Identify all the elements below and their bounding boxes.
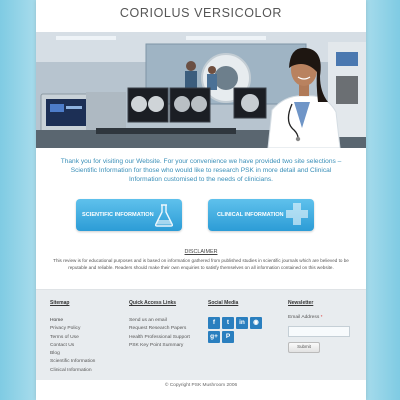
sitemap-column: Sitemap Home Privacy Policy Terms of Use… bbox=[50, 300, 95, 375]
social-icons-row-2: g+ P bbox=[208, 331, 262, 343]
newsletter-email-input[interactable] bbox=[288, 326, 350, 337]
rss-icon[interactable]: ◉ bbox=[250, 317, 262, 329]
clinical-information-button[interactable]: CLINICAL INFORMATION bbox=[208, 199, 314, 231]
hero-illustration bbox=[36, 32, 366, 148]
pinterest-icon[interactable]: P bbox=[222, 331, 234, 343]
sitemap-link-blog[interactable]: Blog bbox=[50, 350, 95, 358]
disclaimer-heading: DISCLAIMER bbox=[184, 249, 218, 255]
social-media-column: Social Media f t in ◉ g+ P bbox=[208, 300, 262, 345]
sitemap-link-contact-us[interactable]: Contact Us bbox=[50, 342, 95, 350]
flask-icon bbox=[154, 203, 174, 229]
linkedin-icon[interactable]: in bbox=[236, 317, 248, 329]
medical-cross-icon bbox=[285, 202, 309, 228]
quick-links-heading: Quick Access Links bbox=[129, 300, 177, 306]
site-title: CORIOLUS VERSICOLOR bbox=[119, 6, 283, 20]
email-address-label: Email Address * bbox=[288, 315, 350, 320]
google-plus-icon[interactable]: g+ bbox=[208, 331, 220, 343]
quick-link-request-research-papers[interactable]: Request Research Papers bbox=[129, 325, 190, 333]
social-icons-row-1: f t in ◉ bbox=[208, 317, 262, 329]
disclaimer-text: This review is for educational purposes … bbox=[53, 258, 349, 271]
quick-link-send-email[interactable]: Send us an email bbox=[129, 317, 190, 325]
twitter-icon[interactable]: t bbox=[222, 317, 234, 329]
copyright-text: © Copyright PSK Mushroom 2006 bbox=[164, 383, 238, 388]
clinical-information-label: CLINICAL INFORMATION bbox=[217, 212, 284, 218]
email-address-label-text: Email Address bbox=[288, 315, 320, 320]
newsletter-heading: Newsletter bbox=[288, 300, 314, 306]
sitemap-link-clinical-information[interactable]: Clinical Information bbox=[50, 367, 95, 375]
facebook-icon[interactable]: f bbox=[208, 317, 220, 329]
scientific-information-label: SCIENTIFIC INFORMATION bbox=[82, 212, 154, 218]
newsletter-column: Newsletter Email Address * Submit bbox=[288, 300, 350, 353]
newsletter-submit-button[interactable]: Submit bbox=[288, 342, 320, 353]
sitemap-link-home[interactable]: Home bbox=[50, 317, 95, 325]
quick-links-column: Quick Access Links Send us an email Requ… bbox=[129, 300, 190, 350]
welcome-text: Thank you for visiting our Website. For … bbox=[60, 158, 342, 183]
scientific-information-button[interactable]: SCIENTIFIC INFORMATION bbox=[76, 199, 182, 231]
required-marker: * bbox=[320, 315, 323, 320]
social-media-heading: Social Media bbox=[208, 300, 239, 306]
quick-link-health-professional-support[interactable]: Health Professional Support bbox=[129, 334, 190, 342]
sitemap-link-terms-of-use[interactable]: Terms of Use bbox=[50, 334, 95, 342]
hero-image bbox=[36, 32, 366, 148]
sitemap-link-scientific-information[interactable]: Scientific Information bbox=[50, 358, 95, 366]
page-container: CORIOLUS VERSICOLOR Thank you for visiti… bbox=[36, 0, 366, 400]
sitemap-link-privacy-policy[interactable]: Privacy Policy bbox=[50, 325, 95, 333]
sitemap-heading: Sitemap bbox=[50, 300, 70, 306]
site-footer: Sitemap Home Privacy Policy Terms of Use… bbox=[36, 289, 366, 380]
quick-link-psk-key-point-summary[interactable]: PSK Key Point Summary bbox=[129, 342, 190, 350]
